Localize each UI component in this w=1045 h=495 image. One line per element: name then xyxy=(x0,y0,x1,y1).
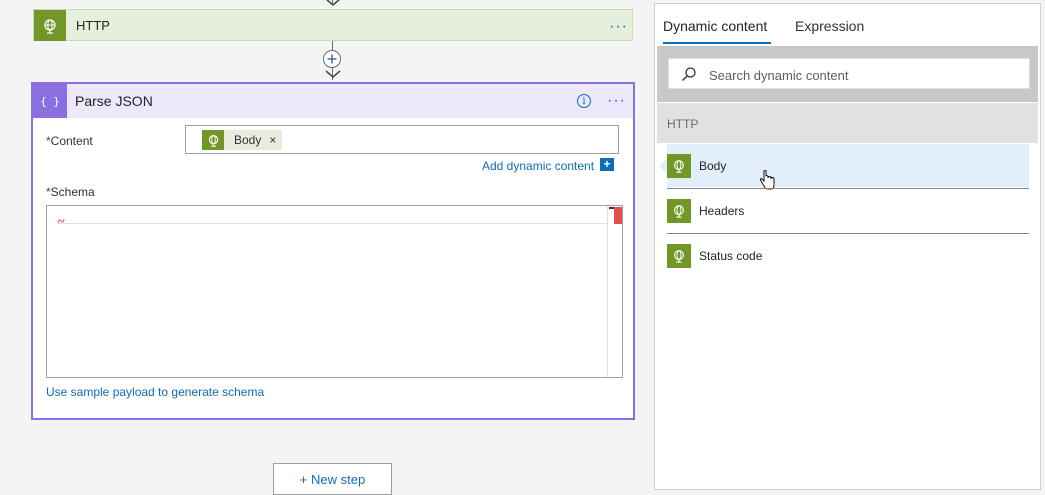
dynamic-item-status-code[interactable]: Status code xyxy=(667,234,1029,277)
schema-label-text: Schema xyxy=(50,185,95,199)
globe-icon xyxy=(202,130,224,150)
connector-arrow-down-icon xyxy=(325,70,341,79)
globe-icon xyxy=(667,154,691,178)
content-input[interactable]: Body × xyxy=(185,125,619,154)
schema-editor-gutter xyxy=(47,206,57,377)
remove-token-icon[interactable]: × xyxy=(269,133,276,147)
section-header-label: HTTP xyxy=(667,117,699,131)
error-squiggle-icon xyxy=(57,218,65,224)
tab-expression[interactable]: Expression xyxy=(795,18,864,34)
add-dynamic-content-link[interactable]: Add dynamic content xyxy=(482,159,594,173)
http-action-title: HTTP xyxy=(76,18,110,33)
connector-line-mid-top xyxy=(332,41,333,50)
add-dynamic-content-plus-icon[interactable]: + xyxy=(600,158,614,171)
globe-icon xyxy=(34,10,66,41)
hand-cursor-icon xyxy=(759,170,775,190)
search-box[interactable] xyxy=(668,58,1030,89)
search-input[interactable] xyxy=(707,63,1021,87)
content-label-text: Content xyxy=(50,134,93,148)
parse-json-title: Parse JSON xyxy=(75,93,153,109)
use-sample-payload-link[interactable]: Use sample payload to generate schema xyxy=(46,385,264,399)
dynamic-item-headers[interactable]: Headers xyxy=(667,189,1029,232)
http-action-card[interactable]: HTTP ··· xyxy=(33,9,633,41)
http-more-options-icon[interactable]: ··· xyxy=(609,19,628,35)
dynamic-content-panel: Dynamic content Expression HTTP Body xyxy=(654,3,1041,490)
search-area xyxy=(657,46,1038,102)
info-icon[interactable]: i xyxy=(577,94,591,108)
globe-icon xyxy=(667,199,691,223)
tab-dynamic-content[interactable]: Dynamic content xyxy=(663,18,767,34)
dynamic-item-label: Status code xyxy=(699,249,763,263)
active-tab-indicator xyxy=(663,42,771,44)
selection-pointer xyxy=(659,158,667,174)
body-token-label: Body xyxy=(234,133,262,147)
parse-json-card: { } Parse JSON i ··· *Content Body × Add… xyxy=(31,82,635,420)
parse-json-more-options-icon[interactable]: ··· xyxy=(607,93,626,109)
connector-arrow-icon xyxy=(325,0,341,7)
globe-icon xyxy=(667,244,691,268)
schema-editor[interactable] xyxy=(46,205,623,378)
schema-field-label: *Schema xyxy=(46,185,95,199)
section-header-http: HTTP xyxy=(657,103,1038,143)
parse-json-header[interactable]: { } Parse JSON i ··· xyxy=(33,84,633,118)
search-icon xyxy=(682,67,696,81)
cursor-marker xyxy=(609,207,614,209)
content-field-label: *Content xyxy=(46,134,93,148)
error-marker xyxy=(614,207,622,224)
dynamic-item-body[interactable]: Body xyxy=(659,144,1029,190)
body-token[interactable]: Body × xyxy=(202,130,283,150)
insert-step-button[interactable] xyxy=(323,50,341,68)
dynamic-item-label: Headers xyxy=(699,204,745,218)
schema-editor-current-line xyxy=(57,206,608,224)
new-step-button[interactable]: + New step xyxy=(273,463,392,495)
dynamic-item-label: Body xyxy=(699,159,727,173)
plus-icon xyxy=(327,54,337,64)
curly-braces-icon: { } xyxy=(33,84,67,118)
schema-editor-scrollbar[interactable] xyxy=(607,206,622,377)
